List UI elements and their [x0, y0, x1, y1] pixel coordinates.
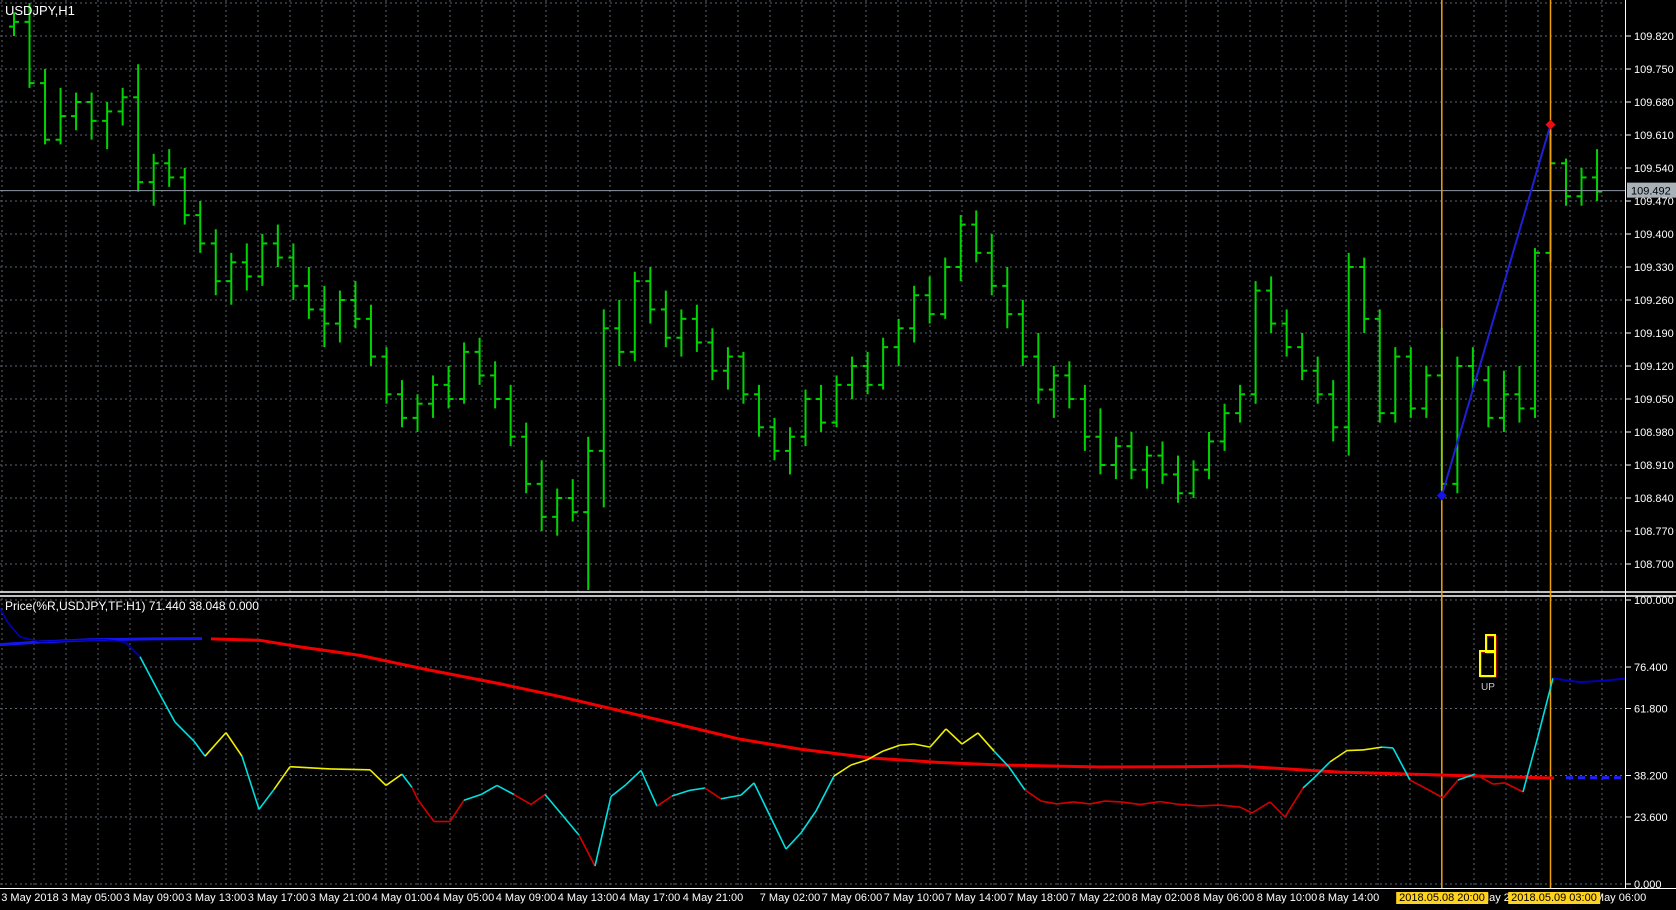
- time-axis-label: 3 May 05:00: [61, 892, 123, 904]
- time-axis-label: 7 May 02:00: [759, 892, 821, 904]
- price-axis[interactable]: [1626, 0, 1676, 888]
- time-axis-label: 7 May 14:00: [945, 892, 1007, 904]
- chart-canvas[interactable]: UP109.820109.750109.680109.610109.540109…: [0, 0, 1676, 910]
- time-axis-label: 7 May 22:00: [1069, 892, 1131, 904]
- time-axis-label: 4 May 21:00: [682, 892, 744, 904]
- time-axis-label: 4 May 09:00: [495, 892, 557, 904]
- time-axis-label: 8 May 06:00: [1193, 892, 1255, 904]
- time-axis-label: 8 May 02:00: [1131, 892, 1193, 904]
- time-axis-label: 8 May 10:00: [1256, 892, 1318, 904]
- vline-time-label[interactable]: 2018.05.09 03:00: [1508, 892, 1600, 904]
- time-axis-label: 4 May 05:00: [433, 892, 495, 904]
- time-axis-label: 7 May 18:00: [1007, 892, 1069, 904]
- time-axis[interactable]: 3 May 2018 3 May 05:00 3 May 09:00 3 May 13…: [0, 890, 1676, 910]
- vline-time-label[interactable]: 2018.05.08 20:00: [1396, 892, 1488, 904]
- trading-chart-window: UP 109.820 109.750 109.680 109.610 109.540 109…: [0, 0, 1676, 910]
- time-axis-label: 3 May 09:00: [123, 892, 185, 904]
- up-signal-text: UP: [1481, 682, 1495, 693]
- time-axis-label: 4 May 01:00: [371, 892, 433, 904]
- time-axis-label: 4 May 17:00: [619, 892, 681, 904]
- time-axis-label: 7 May 06:00: [821, 892, 883, 904]
- time-axis-label: 4 May 13:00: [557, 892, 619, 904]
- time-axis-label: 3 May 2018: [1, 892, 59, 904]
- time-axis-label: 3 May 13:00: [185, 892, 247, 904]
- time-axis-label: 7 May 10:00: [883, 892, 945, 904]
- time-axis-label: 3 May 17:00: [247, 892, 309, 904]
- time-axis-label: 3 May 21:00: [309, 892, 371, 904]
- time-axis-label: 8 May 14:00: [1318, 892, 1380, 904]
